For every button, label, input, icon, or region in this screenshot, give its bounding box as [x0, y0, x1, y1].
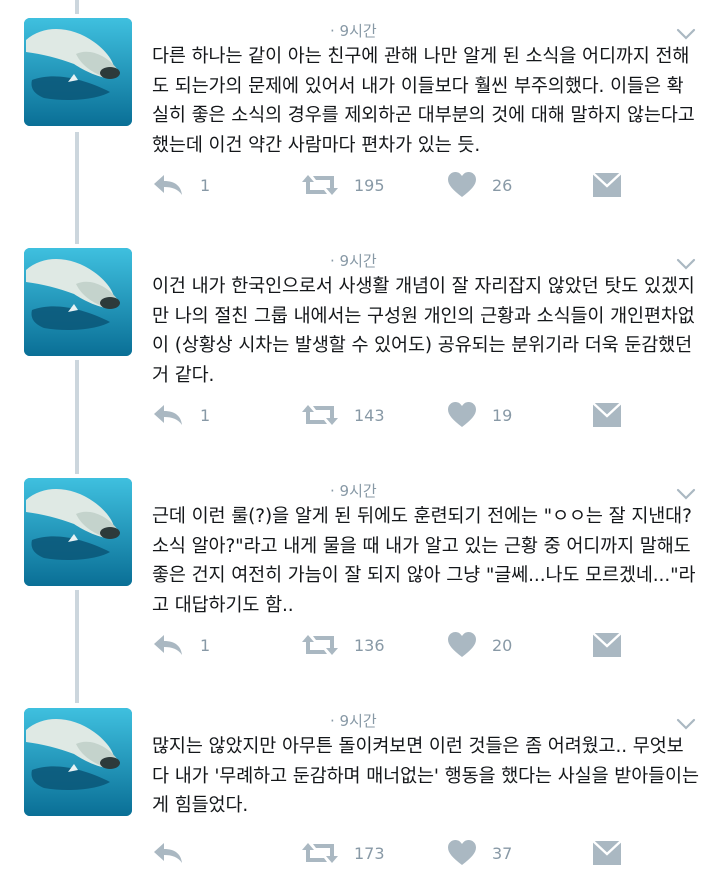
- like-button[interactable]: 20: [448, 628, 512, 662]
- polar-bear-swimming-image: [24, 18, 132, 126]
- reply-icon: [154, 175, 182, 195]
- avatar[interactable]: [24, 478, 132, 586]
- retweet-count: 173: [354, 843, 385, 863]
- direct-message-button[interactable]: [592, 168, 622, 202]
- avatar[interactable]: [24, 708, 132, 816]
- reply-button[interactable]: 1: [152, 398, 210, 432]
- tweet[interactable]: · 9시간 이건 내가 한국인으로서 사생활 개념이 잘 자리잡지 않았던 탓도…: [0, 230, 720, 460]
- reply-icon: [154, 405, 182, 425]
- chevron-down-icon[interactable]: [676, 486, 696, 500]
- retweet-icon: [302, 175, 338, 195]
- tweet-text: 많지는 않았지만 아무튼 돌이켜보면 이런 것들은 좀 어려웠고.. 무엇보다 …: [152, 736, 699, 816]
- envelope-icon: [592, 402, 622, 427]
- tweet-timestamp[interactable]: · 9시간: [330, 480, 377, 501]
- retweet-button[interactable]: 195: [302, 168, 385, 202]
- like-button[interactable]: 19: [448, 398, 512, 432]
- retweet-icon: [302, 843, 338, 863]
- envelope-icon: [592, 840, 622, 865]
- like-count: 26: [492, 175, 513, 195]
- tweet-actions: 1 195 26: [152, 168, 712, 202]
- heart-icon: [448, 840, 476, 865]
- reply-count: 1: [200, 635, 211, 655]
- retweet-button[interactable]: 173: [302, 836, 385, 870]
- reply-button[interactable]: 1: [152, 628, 210, 662]
- heart-icon: [448, 402, 476, 427]
- like-count: 19: [492, 405, 513, 425]
- polar-bear-swimming-image: [24, 248, 132, 356]
- retweet-icon: [302, 635, 338, 655]
- like-count: 37: [492, 843, 513, 863]
- tweet-actions: 1 136 20: [152, 628, 712, 662]
- heart-icon: [448, 632, 476, 657]
- tweet-text: 이건 내가 한국인으로서 사생활 개념이 잘 자리잡지 않았던 탓도 있겠지만 …: [152, 276, 695, 386]
- tweet[interactable]: · 9시간 근데 이런 룰(?)을 알게 된 뒤에도 훈련되기 전에는 "ㅇㅇ는…: [0, 460, 720, 690]
- reply-count: 1: [200, 405, 211, 425]
- tweet-text: 근데 이런 룰(?)을 알게 된 뒤에도 훈련되기 전에는 "ㅇㅇ는 잘 지낸대…: [152, 506, 696, 616]
- chevron-down-icon[interactable]: [676, 26, 696, 40]
- polar-bear-swimming-image: [24, 708, 132, 816]
- avatar[interactable]: [24, 248, 132, 356]
- envelope-icon: [592, 632, 622, 657]
- avatar[interactable]: [24, 18, 132, 126]
- tweet[interactable]: · 9시간 많지는 않았지만 아무튼 돌이켜보면 이런 것들은 좀 어려웠고..…: [0, 690, 720, 875]
- retweet-button[interactable]: 136: [302, 628, 385, 662]
- direct-message-button[interactable]: [592, 836, 622, 870]
- retweet-icon: [302, 405, 338, 425]
- reply-icon: [154, 635, 182, 655]
- like-button[interactable]: 26: [448, 168, 512, 202]
- polar-bear-swimming-image: [24, 478, 132, 586]
- chevron-down-icon[interactable]: [676, 256, 696, 270]
- tweet-timestamp[interactable]: · 9시간: [330, 250, 377, 271]
- like-count: 20: [492, 635, 513, 655]
- reply-count: 1: [200, 175, 211, 195]
- retweet-count: 195: [354, 175, 385, 195]
- retweet-button[interactable]: 143: [302, 398, 385, 432]
- chevron-down-icon[interactable]: [676, 716, 696, 730]
- retweet-count: 143: [354, 405, 385, 425]
- tweet-actions: 173 37: [152, 836, 712, 870]
- tweet-actions: 1 143 19: [152, 398, 712, 432]
- tweet-timestamp[interactable]: · 9시간: [330, 710, 377, 731]
- direct-message-button[interactable]: [592, 398, 622, 432]
- reply-button[interactable]: [152, 836, 200, 870]
- direct-message-button[interactable]: [592, 628, 622, 662]
- retweet-count: 136: [354, 635, 385, 655]
- tweet[interactable]: · 9시간 다른 하나는 같이 아는 친구에 관해 나만 알게 된 소식을 어디…: [0, 0, 720, 230]
- like-button[interactable]: 37: [448, 836, 512, 870]
- tweet-timestamp[interactable]: · 9시간: [330, 20, 377, 41]
- reply-button[interactable]: 1: [152, 168, 210, 202]
- envelope-icon: [592, 172, 622, 197]
- tweet-text: 다른 하나는 같이 아는 친구에 관해 나만 알게 된 소식을 어디까지 전해도…: [152, 46, 695, 156]
- heart-icon: [448, 172, 476, 197]
- reply-icon: [154, 843, 182, 863]
